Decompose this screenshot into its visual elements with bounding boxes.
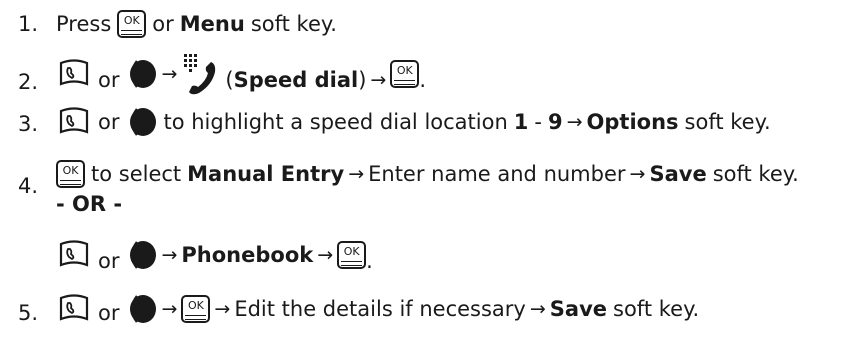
or-text: or <box>98 249 120 273</box>
arrow-icon: → <box>317 244 334 266</box>
or-text: or <box>98 110 120 134</box>
save-label: Save <box>649 162 707 186</box>
arrow-icon: → <box>370 69 387 91</box>
scroll-key-icon <box>130 295 157 323</box>
step-text: soft key. <box>712 162 799 186</box>
or-text: or <box>98 68 120 92</box>
menu-label: Menu <box>179 12 245 36</box>
scroll-key-icon <box>130 60 157 88</box>
arrow-icon: → <box>161 63 178 85</box>
step-text: or <box>152 12 174 36</box>
step-number: 2. <box>18 70 39 94</box>
step-text: Edit the details if necessary <box>234 297 526 321</box>
step-text: soft key. <box>613 297 700 321</box>
scroll-key-icon <box>130 108 157 136</box>
step-text: . <box>366 249 373 273</box>
save-label: Save <box>549 297 608 321</box>
arrow-icon: → <box>566 111 583 133</box>
manual-entry-label: Manual Entry <box>187 162 345 186</box>
step-text: . <box>419 68 427 92</box>
step-text: to highlight a speed dial location <box>163 110 508 134</box>
step-text: ( <box>225 68 234 92</box>
step-text: - <box>534 110 542 134</box>
nav-key-icon <box>59 59 89 86</box>
step-number: 4. <box>18 174 39 198</box>
arrow-icon: → <box>214 298 231 320</box>
arrow-icon: → <box>629 163 646 185</box>
speed-dial-icon <box>184 54 216 95</box>
step-text: soft key. <box>684 110 771 134</box>
arrow-icon: → <box>161 298 178 320</box>
or-label: - OR - <box>56 192 123 216</box>
phonebook-label: Phonebook <box>181 243 314 267</box>
step-text: ) <box>358 68 367 92</box>
step-number: 3. <box>18 112 39 136</box>
step-number: 5. <box>18 301 39 325</box>
arrow-icon: → <box>529 298 546 320</box>
speed-dial-label: Speed dial <box>233 68 359 92</box>
scroll-key-icon <box>130 241 157 269</box>
ok-key-icon: OK <box>390 60 420 88</box>
ok-key-icon: OK <box>117 10 147 38</box>
location-end: 9 <box>547 110 563 134</box>
arrow-icon: → <box>161 244 178 266</box>
nav-key-icon <box>59 294 89 321</box>
nav-key-icon <box>59 107 89 134</box>
step-text: Enter name and number <box>368 162 626 186</box>
or-text: or <box>98 301 120 325</box>
ok-key-icon: OK <box>337 241 367 269</box>
location-start: 1 <box>513 110 529 134</box>
nav-key-icon <box>59 240 89 267</box>
step-text: soft key. <box>250 12 337 36</box>
step-text: Press <box>56 12 112 36</box>
ok-key-icon: OK <box>181 295 211 323</box>
arrow-icon: → <box>348 163 365 185</box>
step-text: to select <box>91 162 182 186</box>
options-label: Options <box>586 110 679 134</box>
step-number: 1. <box>18 12 39 36</box>
ok-key-icon: OK <box>56 160 85 188</box>
